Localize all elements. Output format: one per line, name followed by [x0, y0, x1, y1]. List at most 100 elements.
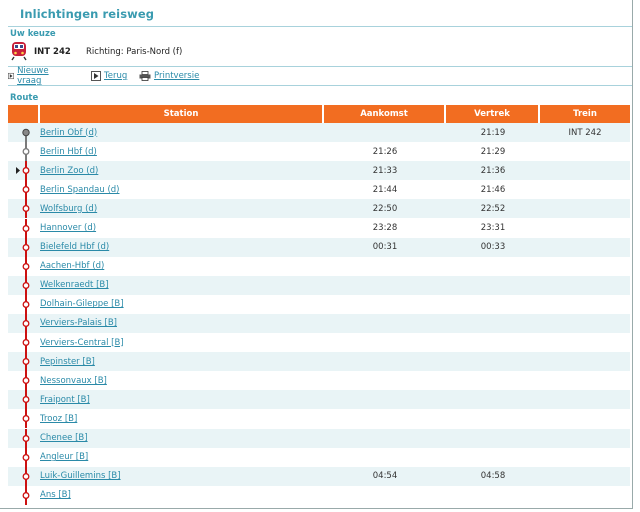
station-link[interactable]: Dolhain-Gileppe [B]: [40, 294, 324, 314]
train-cell: [540, 371, 630, 391]
table-row: Hannover (d) 23:28 23:31: [8, 218, 630, 238]
route-marker: [8, 237, 40, 257]
train-cell: [540, 199, 630, 219]
station-link[interactable]: Ans [B]: [40, 485, 324, 505]
departure-time: [446, 294, 540, 314]
departure-time: [446, 352, 540, 372]
route-marker: [8, 371, 40, 391]
departure-time: 00:33: [446, 237, 540, 257]
route-label: Route: [10, 93, 39, 103]
arrival-time: 21:33: [324, 161, 446, 181]
route-marker: [8, 256, 40, 276]
print-link[interactable]: Printversie: [139, 69, 199, 83]
station-link[interactable]: Berlin Hbf (d): [40, 142, 324, 162]
arrival-time: [324, 313, 446, 334]
arrival-header: Aankomst: [324, 105, 446, 123]
table-row: Bielefeld Hbf (d) 00:31 00:33: [8, 237, 630, 257]
table-header-row: Station Aankomst Vertrek Trein: [8, 105, 630, 123]
arrival-time: 22:50: [324, 199, 446, 219]
new-query-link[interactable]: Nieuwe vraag: [8, 66, 53, 86]
route-marker: [8, 485, 40, 505]
table-row: Dolhain-Gileppe [B]: [8, 294, 630, 314]
departure-time: [446, 485, 540, 505]
arrival-time: 21:26: [324, 142, 446, 162]
train-icon: [11, 42, 27, 61]
marker-header: [8, 105, 40, 123]
table-row: Welkenraedt [B]: [8, 275, 630, 295]
route-line-icon: [22, 333, 30, 353]
choice-label: Uw keuze: [10, 29, 56, 39]
arrival-time: [324, 123, 446, 143]
route-info-panel: Inlichtingen reisweg Uw keuze INT 242 Ri…: [0, 0, 633, 509]
table-row: Luik-Guillemins [B] 04:54 04:58: [8, 466, 630, 486]
route-line-icon: [22, 294, 30, 314]
departure-time: [446, 428, 540, 448]
station-link[interactable]: Trooz [B]: [40, 409, 324, 429]
route-marker: [8, 466, 40, 486]
table-row: Trooz [B]: [8, 409, 630, 429]
station-link[interactable]: Aachen-Hbf (d): [40, 256, 324, 276]
route-line-icon: [22, 409, 30, 429]
station-link[interactable]: Verviers-Palais [B]: [40, 313, 324, 334]
station-link[interactable]: Bielefeld Hbf (d): [40, 237, 324, 257]
arrival-time: [324, 275, 446, 295]
route-marker: [8, 218, 40, 238]
play-icon: [91, 71, 101, 81]
station-link[interactable]: Angleur [B]: [40, 447, 324, 467]
arrival-time: 00:31: [324, 237, 446, 257]
arrival-time: [324, 390, 446, 410]
train-cell: [540, 409, 630, 429]
route-line-icon: [16, 161, 30, 181]
route-table: Station Aankomst Vertrek Trein Berlin Ob…: [8, 105, 630, 505]
station-link[interactable]: Berlin Zoo (d): [40, 161, 324, 181]
table-row: Verviers-Central [B]: [8, 333, 630, 353]
train-cell: [540, 352, 630, 372]
station-link[interactable]: Chenee [B]: [40, 428, 324, 448]
arrival-time: [324, 294, 446, 314]
route-line-icon: [22, 313, 30, 333]
station-link[interactable]: Luik-Guillemins [B]: [40, 466, 324, 486]
train-cell: [540, 275, 630, 295]
table-row: Berlin Obf (d) 21:19 INT 242: [8, 123, 630, 143]
departure-time: 21:46: [446, 180, 540, 200]
station-link[interactable]: Berlin Spandau (d): [40, 180, 324, 200]
table-row: Berlin Spandau (d) 21:44 21:46: [8, 180, 630, 200]
route-marker: [8, 123, 40, 143]
station-link[interactable]: Hannover (d): [40, 218, 324, 238]
new-query-label: Nieuwe vraag: [17, 66, 49, 86]
station-link[interactable]: Welkenraedt [B]: [40, 275, 324, 295]
route-marker: [8, 313, 40, 334]
station-link[interactable]: Wolfsburg (d): [40, 199, 324, 219]
station-link[interactable]: Fraipont [B]: [40, 390, 324, 410]
route-line-icon: [22, 218, 30, 238]
table-row: Nessonvaux [B]: [8, 371, 630, 391]
train-cell: [540, 466, 630, 486]
arrival-time: [324, 333, 446, 353]
route-line-icon: [22, 352, 30, 372]
route-line-icon: [22, 237, 30, 257]
train-cell: [540, 142, 630, 162]
route-line-icon: [22, 199, 30, 219]
back-link[interactable]: Terug: [91, 69, 127, 83]
table-row: Wolfsburg (d) 22:50 22:52: [8, 199, 630, 219]
divider: [8, 85, 632, 86]
arrival-time: [324, 256, 446, 276]
route-marker: [8, 390, 40, 410]
route-marker: [8, 161, 40, 181]
route-line-icon: [22, 428, 30, 448]
station-link[interactable]: Berlin Obf (d): [40, 123, 324, 143]
station-link[interactable]: Verviers-Central [B]: [40, 333, 324, 353]
train-header: Trein: [540, 105, 630, 123]
play-icon: [8, 72, 15, 80]
station-link[interactable]: Nessonvaux [B]: [40, 371, 324, 391]
route-line-icon: [22, 466, 30, 486]
route-marker: [8, 275, 40, 295]
station-header: Station: [40, 105, 324, 123]
route-line-icon: [22, 371, 30, 391]
station-link[interactable]: Pepinster [B]: [40, 352, 324, 372]
departure-time: 21:36: [446, 161, 540, 181]
table-row: Angleur [B]: [8, 447, 630, 467]
arrival-time: [324, 371, 446, 391]
arrival-time: 04:54: [324, 466, 446, 486]
train-direction: Richting: Paris-Nord (f): [86, 47, 183, 57]
